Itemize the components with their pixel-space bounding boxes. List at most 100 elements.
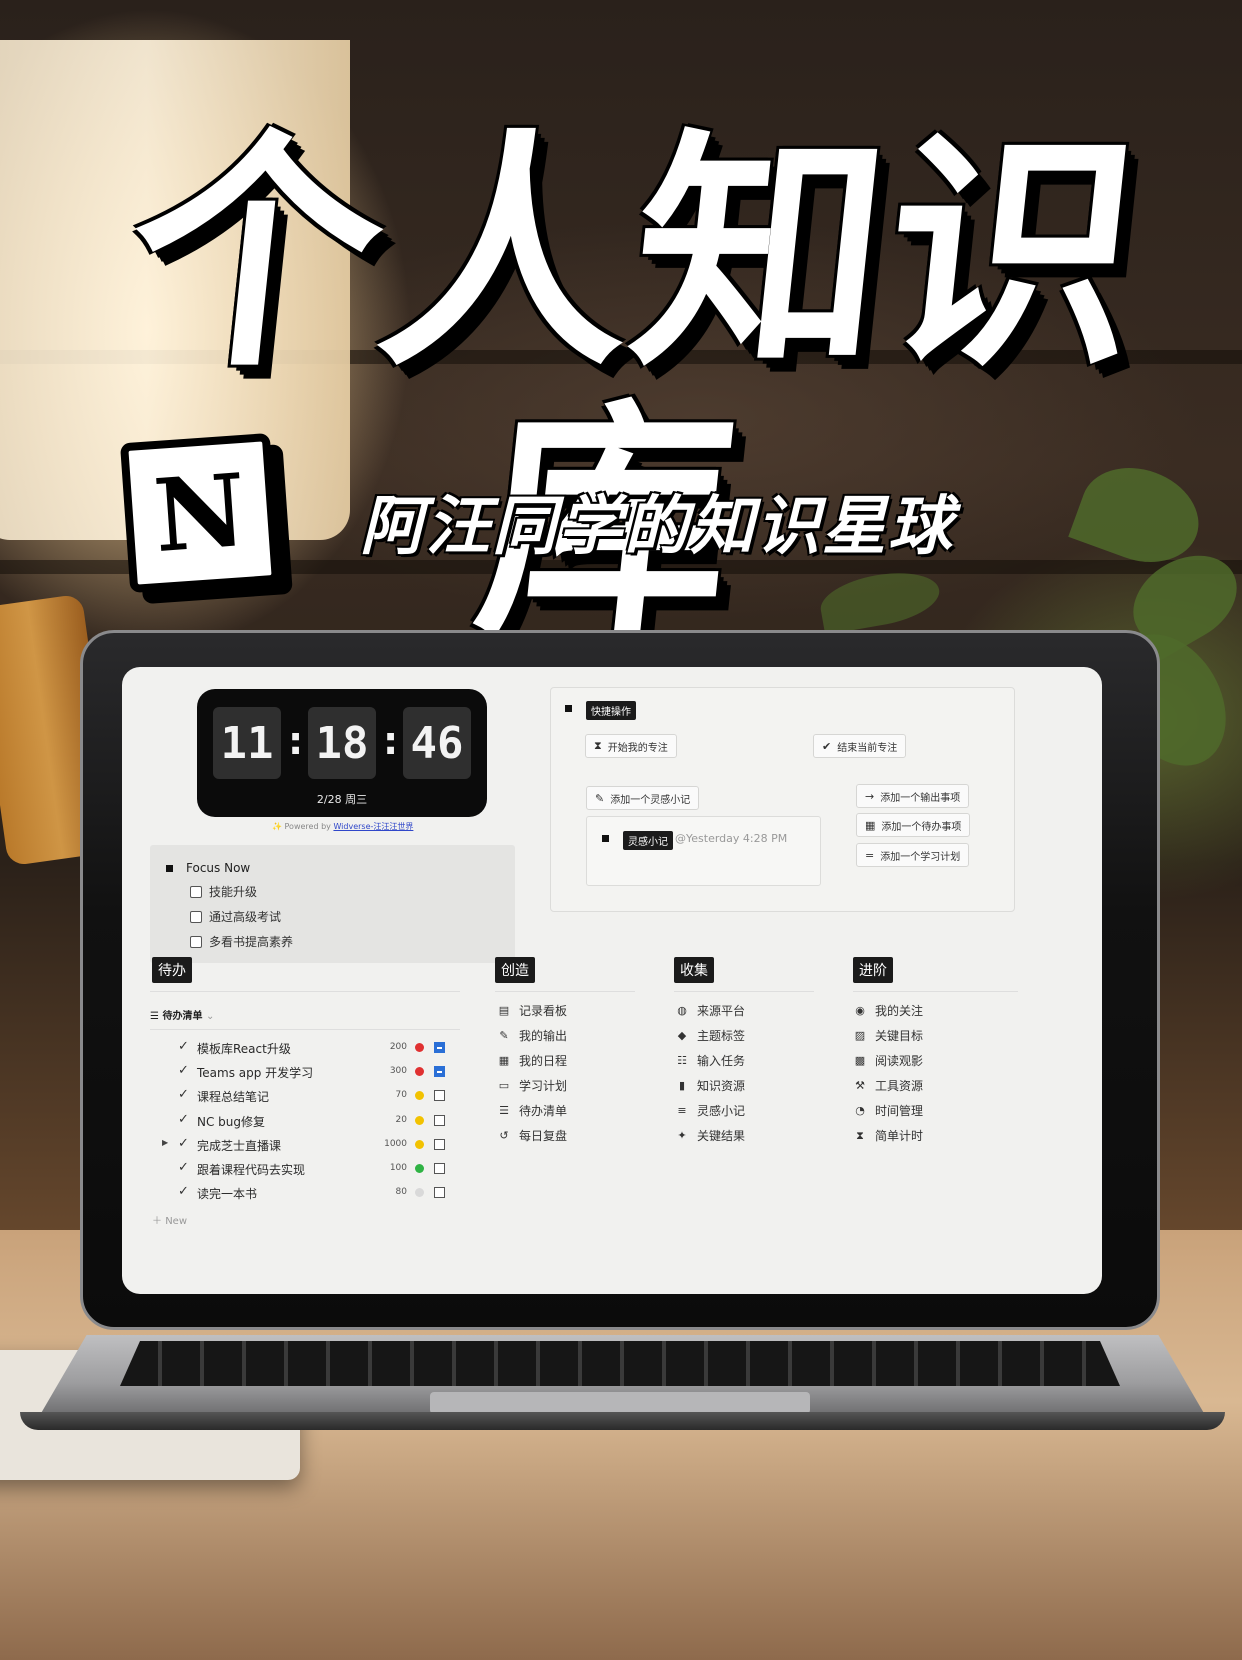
start-focus-button[interactable]: ⧗ 开始我的专注 bbox=[585, 734, 677, 758]
checkbox[interactable] bbox=[190, 935, 202, 948]
todo-row[interactable]: ✓ 模板库React升级 200 bbox=[162, 1037, 457, 1059]
nav-link-label: 每日复盘 bbox=[519, 1129, 568, 1143]
todo-checkbox[interactable] bbox=[434, 1187, 445, 1199]
add-todo-button[interactable]: ▦ 添加一个待办事项 bbox=[856, 813, 971, 837]
todo-points: 100 bbox=[389, 1163, 407, 1173]
section-advance-heading: 进阶 bbox=[853, 957, 893, 983]
nav-link[interactable]: ◔ 时间管理 bbox=[853, 1102, 923, 1119]
divider bbox=[150, 1029, 460, 1030]
todo-name: 跟着课程代码去实现 bbox=[197, 1163, 306, 1177]
flip-clock-widget[interactable]: 11 : 18 : 46 2/28 周三 bbox=[197, 689, 487, 817]
card-icon: ▭ bbox=[498, 1079, 510, 1092]
nav-link[interactable]: ◍ 来源平台 bbox=[675, 1002, 745, 1019]
check-icon: ✓ bbox=[178, 1135, 189, 1151]
todo-checkbox[interactable] bbox=[434, 1042, 445, 1053]
todo-row[interactable]: ✓ 跟着课程代码去实现 100 bbox=[162, 1158, 457, 1180]
globe-icon: ◍ bbox=[677, 1004, 687, 1017]
add-new-row-button[interactable]: ＋ New bbox=[152, 1212, 187, 1227]
sparkle-icon: ✦ bbox=[677, 1129, 687, 1142]
nav-link-label: 时间管理 bbox=[875, 1104, 924, 1118]
add-output-label: 添加一个输出事项 bbox=[880, 792, 961, 804]
chevron-down-icon: ⌄ bbox=[205, 1011, 215, 1022]
nav-link[interactable]: ✎ 我的输出 bbox=[497, 1027, 567, 1044]
nav-link-label: 学习计划 bbox=[519, 1079, 568, 1093]
inspiration-note-card[interactable]: 灵感小记 @Yesterday 4:28 PM bbox=[586, 816, 821, 886]
calendar-icon: ▦ bbox=[498, 1054, 510, 1067]
todo-checkbox[interactable] bbox=[434, 1114, 445, 1126]
new-row-label: New bbox=[165, 1216, 187, 1227]
add-note-button[interactable]: ✎ 添加一个灵感小记 bbox=[586, 786, 700, 810]
nav-link-label: 知识资源 bbox=[697, 1079, 746, 1093]
nav-link[interactable]: ☷ 输入任务 bbox=[675, 1052, 745, 1069]
add-todo-label: 添加一个待办事项 bbox=[881, 821, 962, 833]
focus-now-callout: Focus Now 技能升级 通过高级考试 多看书提高素养 bbox=[150, 845, 515, 963]
check-icon: ✓ bbox=[178, 1039, 189, 1054]
nav-link-label: 来源平台 bbox=[697, 1004, 746, 1018]
clock-icon: ◔ bbox=[855, 1104, 865, 1117]
todo-view-selector[interactable]: ☰ 待办清单 ⌄ bbox=[150, 1007, 214, 1022]
todo-row[interactable]: ✓ NC bug修复 20 bbox=[162, 1110, 457, 1132]
nav-link[interactable]: ⧗ 简单计时 bbox=[853, 1127, 923, 1144]
nav-link[interactable]: ◉ 我的关注 bbox=[853, 1002, 923, 1019]
chart-icon: ▨ bbox=[854, 1029, 866, 1042]
film-icon: ▩ bbox=[854, 1054, 866, 1067]
user-icon: ◉ bbox=[855, 1004, 865, 1017]
nav-link[interactable]: ▨ 关键目标 bbox=[853, 1027, 923, 1044]
nav-link[interactable]: ▦ 我的日程 bbox=[497, 1052, 567, 1069]
nav-link[interactable]: ▩ 阅读观影 bbox=[853, 1052, 923, 1069]
focus-now-title: Focus Now bbox=[186, 861, 251, 875]
bookmark-icon: ▮ bbox=[678, 1079, 686, 1092]
nav-link[interactable]: ▮ 知识资源 bbox=[675, 1077, 745, 1094]
todo-view-label: 待办清单 bbox=[162, 1011, 203, 1022]
check-icon: ✓ bbox=[178, 1087, 189, 1103]
focus-item-label: 通过高级考试 bbox=[209, 910, 282, 924]
hourglass-icon: ⧗ bbox=[856, 1128, 864, 1142]
nav-link[interactable]: ▭ 学习计划 bbox=[497, 1077, 567, 1094]
todo-row[interactable]: ✓ Teams app 开发学习 300 bbox=[162, 1061, 457, 1083]
nav-link-label: 简单计时 bbox=[875, 1129, 924, 1143]
todo-row[interactable]: ✓ 读完一本书 80 bbox=[162, 1182, 457, 1204]
nav-link[interactable]: ↺ 每日复盘 bbox=[497, 1127, 567, 1144]
nav-link[interactable]: ≡ 灵感小记 bbox=[675, 1102, 745, 1119]
todo-name: Teams app 开发学习 bbox=[197, 1066, 314, 1081]
nav-link[interactable]: ☰ 待办清单 bbox=[497, 1102, 567, 1119]
todo-checkbox[interactable] bbox=[434, 1066, 445, 1078]
nav-link[interactable]: ◆ 主题标签 bbox=[675, 1027, 745, 1044]
nav-link-label: 灵感小记 bbox=[697, 1104, 746, 1118]
notion-page: 11 : 18 : 46 2/28 周三 ✨ Powered by Widver… bbox=[122, 667, 1102, 1294]
checkbox[interactable] bbox=[190, 885, 202, 898]
divider bbox=[674, 991, 814, 992]
todo-name: 读完一本书 bbox=[197, 1187, 258, 1202]
nav-link[interactable]: ✦ 关键结果 bbox=[675, 1127, 745, 1144]
widverse-link[interactable]: Widverse-汪汪汪世界 bbox=[333, 822, 413, 831]
focus-item[interactable]: 技能升级 bbox=[190, 883, 257, 900]
checkbox[interactable] bbox=[190, 910, 202, 923]
todo-checkbox[interactable] bbox=[434, 1163, 445, 1174]
notion-logo-letter: N bbox=[150, 450, 250, 576]
clock-colon: : bbox=[383, 719, 399, 763]
toggle-triangle-icon[interactable]: ▶ bbox=[162, 1138, 168, 1147]
nav-link[interactable]: ⚒ 工具资源 bbox=[853, 1077, 923, 1094]
pencil-icon: ✎ bbox=[595, 791, 605, 805]
end-focus-label: 结束当前专注 bbox=[837, 742, 898, 754]
square-icon bbox=[166, 865, 173, 872]
nav-link[interactable]: ▤ 记录看板 bbox=[497, 1002, 567, 1019]
todo-checkbox[interactable] bbox=[434, 1138, 445, 1150]
note-timestamp: @Yesterday 4:28 PM bbox=[675, 832, 788, 845]
end-focus-button[interactable]: ✔ 结束当前专注 bbox=[813, 734, 907, 758]
check-icon: ✓ bbox=[178, 1160, 189, 1175]
todo-row[interactable]: ▶ ✓ 完成芝士直播课 1000 bbox=[162, 1134, 457, 1156]
calendar-icon: ▦ bbox=[865, 818, 876, 832]
focus-item[interactable]: 多看书提高素养 bbox=[190, 933, 293, 950]
list-icon: ☷ bbox=[677, 1054, 687, 1067]
add-output-button[interactable]: → 添加一个输出事项 bbox=[856, 784, 970, 808]
todo-checkbox[interactable] bbox=[434, 1090, 445, 1102]
add-note-label: 添加一个灵感小记 bbox=[610, 794, 691, 806]
section-todo-heading: 待办 bbox=[152, 957, 192, 983]
section-create-heading: 创造 bbox=[495, 957, 535, 983]
todo-row[interactable]: ✓ 课程总结笔记 70 bbox=[162, 1085, 457, 1107]
nav-link-label: 主题标签 bbox=[697, 1029, 746, 1043]
focus-item[interactable]: 通过高级考试 bbox=[190, 908, 281, 925]
add-plan-button[interactable]: = 添加一个学习计划 bbox=[856, 843, 970, 867]
todo-points: 300 bbox=[389, 1066, 407, 1077]
